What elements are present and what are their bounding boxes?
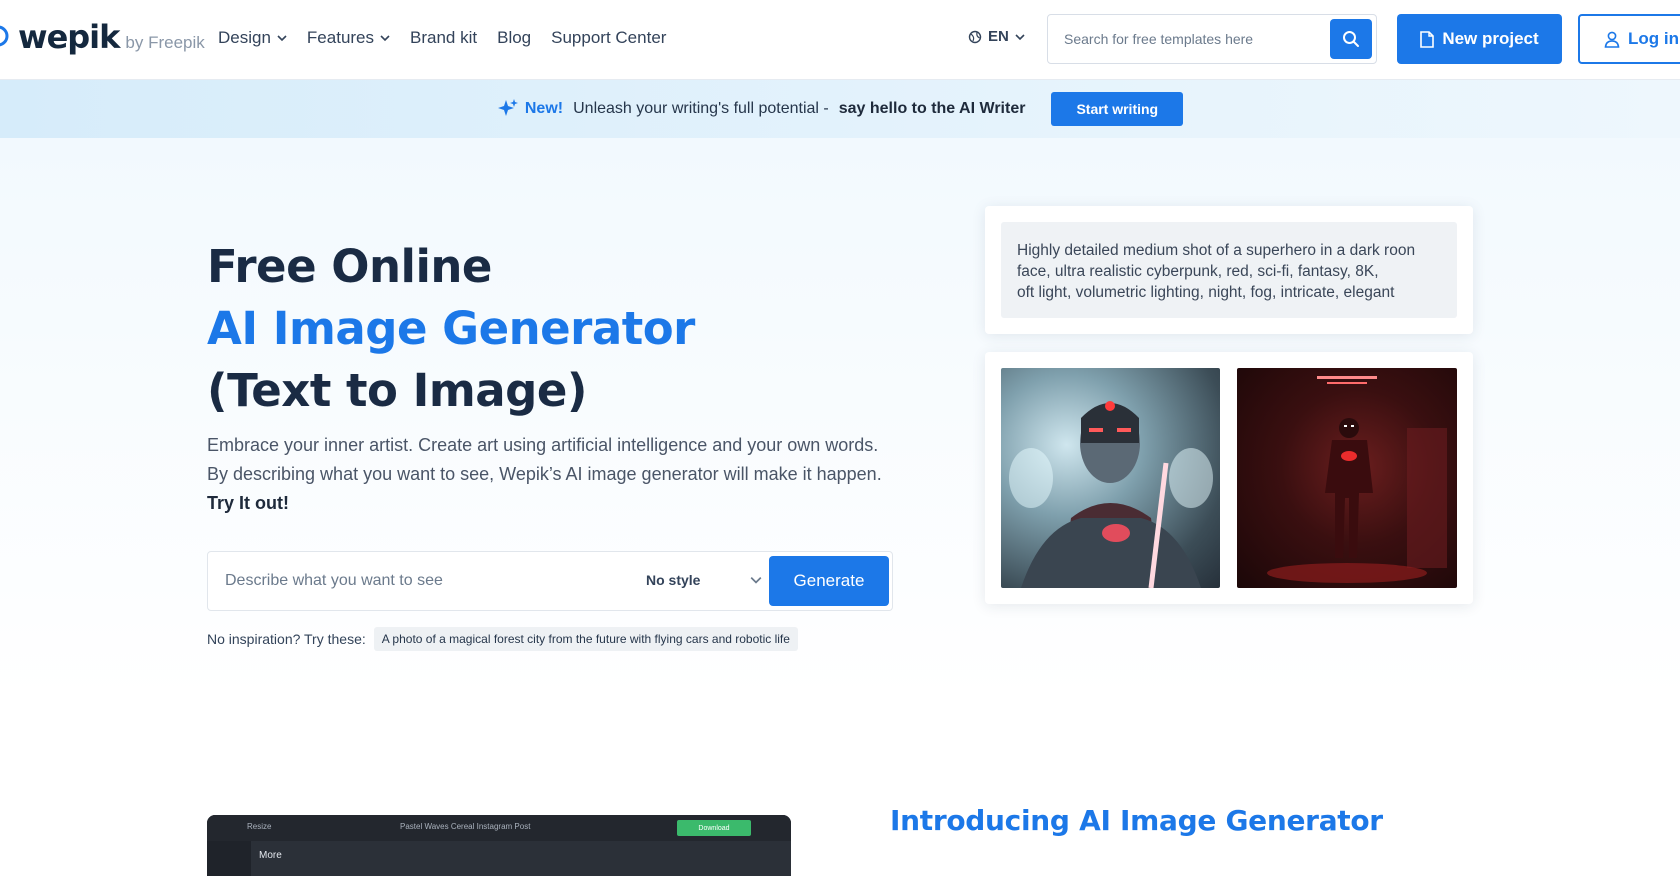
main-nav: Design Features Brand kit Blog Support C… (218, 28, 666, 48)
nav-features-label: Features (306, 28, 375, 47)
generate-button[interactable]: Generate (769, 556, 889, 606)
logo-wordmark: wepik (18, 18, 120, 56)
logo-mark-icon (0, 25, 9, 47)
sparkle-icon (497, 99, 518, 116)
template-search (1047, 14, 1377, 64)
example-prompt-card: Highly detailed medium shot of a superhe… (985, 206, 1473, 334)
hero-description-text: Embrace your inner artist. Create art us… (207, 435, 882, 484)
editor-sidebar (207, 841, 251, 876)
banner-new-label: New! (524, 100, 564, 117)
nav-design-label: Design (218, 28, 271, 47)
editor-resize-label: Resize (247, 822, 272, 831)
start-writing-button[interactable]: Start writing (1051, 92, 1184, 126)
nav-design[interactable]: Design (218, 28, 287, 48)
prompt-line-2: face, ultra realistic cyberpunk, red, sc… (1017, 263, 1379, 280)
chevron-down-icon (751, 577, 762, 584)
prompt-line-3: oft light, volumetric lighting, night, f… (1017, 284, 1395, 301)
introducing-title: Introducing AI Image Generator (890, 804, 1383, 837)
ai-writer-banner: New! Unleash your writing's full potenti… (0, 80, 1680, 138)
globe-icon (968, 30, 982, 43)
example-images-card (985, 352, 1473, 604)
search-input[interactable] (1048, 15, 1328, 63)
superhero-fullbody-illustration (1267, 376, 1447, 583)
editor-more-label: More (259, 850, 282, 861)
style-select[interactable]: No style (646, 572, 762, 588)
banner-text: Unleash your writing's full potential - (573, 100, 829, 117)
superhero-closeup-illustration (1009, 401, 1213, 588)
new-project-label: New project (1442, 29, 1539, 48)
wepik-logo[interactable]: wepik by Freepik (0, 18, 205, 56)
inspiration-label: No inspiration? Try these: (207, 631, 366, 647)
example-prompt-text: Highly detailed medium shot of a superhe… (1001, 222, 1457, 318)
generated-image-superhero-fullbody (1237, 368, 1457, 588)
style-select-value: No style (646, 572, 701, 588)
chevron-down-icon (380, 35, 390, 42)
nav-brand-kit[interactable]: Brand kit (410, 28, 477, 48)
inspiration-chip[interactable]: A photo of a magical forest city from th… (373, 627, 798, 651)
editor-title: Pastel Waves Cereal Instagram Post (400, 822, 531, 831)
nav-support-center[interactable]: Support Center (551, 28, 666, 48)
editor-toolbar: Resize Pastel Waves Cereal Instagram Pos… (207, 815, 791, 841)
nav-blog-label: Blog (497, 28, 532, 47)
document-icon (1420, 30, 1435, 48)
logo-by-freepik: by Freepik (125, 33, 205, 52)
nav-support-center-label: Support Center (551, 28, 667, 47)
hero-title-line1: Free Online (207, 240, 492, 293)
editor-preview: Resize Pastel Waves Cereal Instagram Pos… (207, 815, 791, 876)
banner-new-badge: New! (497, 98, 563, 120)
hero-title: Free Online AI Image Generator (Text to … (207, 236, 695, 422)
login-button[interactable]: Log in (1578, 14, 1680, 64)
language-selector[interactable]: EN (968, 28, 1025, 45)
search-icon (1343, 31, 1359, 47)
chevron-down-icon (1015, 33, 1025, 40)
banner-strong-text: say hello to the AI Writer (838, 100, 1026, 117)
nav-features[interactable]: Features (307, 28, 390, 48)
hero-description: Embrace your inner artist. Create art us… (207, 431, 897, 518)
hero-description-cta: Try It out! (207, 493, 289, 513)
search-button[interactable] (1330, 19, 1372, 59)
new-project-button[interactable]: New project (1397, 14, 1562, 64)
prompt-line-1: Highly detailed medium shot of a superhe… (1017, 242, 1416, 259)
user-icon (1604, 31, 1620, 48)
site-header: wepik by Freepik Design Features Brand k… (0, 0, 1680, 80)
hero-title-line3: (Text to Image) (207, 364, 587, 417)
editor-download-button: Download (677, 820, 751, 836)
generator-form: No style Generate (207, 551, 893, 611)
hero-title-line2: AI Image Generator (207, 302, 695, 355)
login-label: Log in (1628, 29, 1679, 48)
nav-blog[interactable]: Blog (497, 28, 531, 48)
language-label: EN (988, 28, 1009, 45)
inspiration-row: No inspiration? Try these: A photo of a … (207, 627, 798, 651)
chevron-down-icon (277, 35, 287, 42)
nav-brand-kit-label: Brand kit (410, 28, 478, 47)
generated-image-superhero-closeup (1001, 368, 1220, 588)
prompt-input[interactable] (208, 552, 608, 610)
